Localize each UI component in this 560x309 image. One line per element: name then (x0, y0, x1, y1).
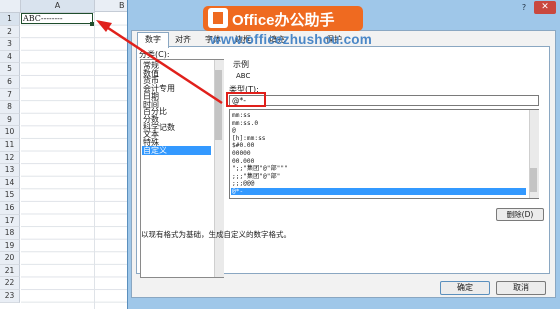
row-header[interactable]: 6 (0, 75, 20, 89)
row-header[interactable]: 17 (0, 214, 20, 228)
row-header[interactable]: 12 (0, 151, 20, 165)
row-header[interactable]: 2 (0, 25, 20, 39)
row-header[interactable]: 11 (0, 138, 20, 152)
category-scroll-thumb[interactable] (215, 70, 222, 140)
row-header[interactable]: 20 (0, 252, 20, 265)
format-item[interactable]: 00000 (232, 150, 251, 157)
type-highlight-box (226, 92, 266, 107)
description-text: 以现有格式为基础，生成自定义的数字格式。 (141, 230, 291, 239)
format-item[interactable]: ;;;@@@ (232, 180, 254, 187)
row-header[interactable]: 8 (0, 101, 20, 114)
format-item[interactable]: @*- (231, 188, 526, 195)
row-header[interactable]: 22 (0, 277, 20, 291)
row-header[interactable]: 21 (0, 264, 20, 278)
row-header[interactable]: 5 (0, 63, 20, 76)
cell-a1[interactable]: ABC-------- (21, 13, 93, 24)
format-item[interactable]: [h]:mm:ss (232, 135, 266, 142)
row-header[interactable]: 14 (0, 176, 20, 190)
format-item[interactable]: @ (232, 127, 236, 134)
fill-handle[interactable] (90, 22, 94, 26)
office-logo-icon (208, 8, 228, 28)
tab-alignment[interactable]: 对齐 (169, 33, 197, 47)
row-header[interactable]: 3 (0, 38, 20, 51)
format-item[interactable]: $#0.00 (232, 142, 254, 149)
row-header[interactable]: 23 (0, 290, 20, 303)
ok-button[interactable]: 确定 (440, 281, 490, 295)
select-all-corner[interactable] (0, 0, 21, 13)
row-header[interactable]: 4 (0, 50, 20, 64)
format-item[interactable]: mm:ss.0 (232, 120, 258, 127)
row-header[interactable]: 1 (0, 13, 20, 26)
row-headers: 1 2 3 4 5 6 7 8 9 10 11 12 13 14 15 16 17 18 19 20 21 22 23 (0, 13, 20, 303)
sample-value: ABC (236, 72, 251, 80)
row-header[interactable]: 19 (0, 239, 20, 253)
tab-number[interactable]: 数字 (137, 32, 169, 48)
row-header[interactable]: 13 (0, 164, 20, 177)
help-button[interactable]: ? (517, 2, 531, 14)
website-watermark: www.officezhushou.com (210, 32, 372, 47)
category-item[interactable]: 自定义 (142, 145, 211, 155)
format-item[interactable]: 00.000 (232, 158, 254, 165)
format-list[interactable]: mm:ss mm:ss.0 @ [h]:mm:ss $#0.00 00000 00.000 "… (229, 109, 539, 199)
banner-title: Office办公助手 (232, 12, 335, 29)
format-item[interactable]: mm:ss (232, 112, 251, 119)
delete-button[interactable]: 删除(D) (496, 208, 544, 221)
row-header[interactable]: 16 (0, 201, 20, 215)
format-scroll-thumb[interactable] (530, 168, 537, 192)
sample-label: 示例 (233, 60, 249, 69)
row-header[interactable]: 10 (0, 126, 20, 139)
format-item[interactable]: ;;;"集团"@"部" (232, 173, 280, 180)
row-header[interactable]: 7 (0, 88, 20, 102)
format-item[interactable]: ";;"集团"@"部""" (232, 165, 288, 172)
cancel-button[interactable]: 取消 (496, 281, 546, 295)
row-header[interactable]: 9 (0, 113, 20, 127)
close-button[interactable]: ✕ (534, 1, 556, 14)
column-header-a[interactable]: A (21, 0, 95, 13)
type-input[interactable]: @*- (229, 95, 539, 106)
row-header[interactable]: 15 (0, 189, 20, 202)
row-header[interactable]: 18 (0, 227, 20, 240)
category-list[interactable]: 常规 数值 货币 会计专用 日期 时间 百分比 分数 科学记数 文本 特殊 自定义 (140, 59, 224, 278)
